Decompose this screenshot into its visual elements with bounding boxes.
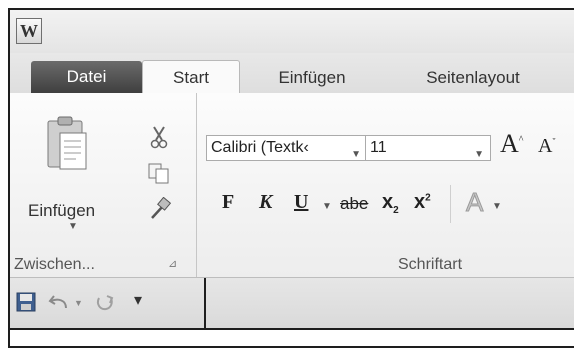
grow-font-label: A — [500, 129, 519, 158]
word-window: W Datei Start Einfügen Seitenlayout Einf… — [8, 8, 574, 348]
format-painter-icon[interactable] — [146, 197, 172, 221]
paste-icon[interactable] — [46, 115, 88, 171]
redo-icon[interactable] — [94, 292, 116, 312]
tab-seitenlayout[interactable]: Seitenlayout — [393, 63, 553, 93]
text-effects-button[interactable]: A — [465, 187, 483, 218]
subscript-button[interactable]: x2 — [382, 191, 399, 216]
subscript-label: x — [382, 191, 394, 213]
italic-button[interactable]: K — [259, 191, 272, 214]
title-bar: W — [10, 10, 574, 53]
word-app-icon[interactable]: W — [16, 18, 42, 44]
superscript-label: x — [414, 191, 426, 213]
bold-button[interactable]: F — [222, 191, 234, 214]
text-effects-dropdown-icon[interactable]: ▼ — [492, 201, 502, 212]
undo-dropdown-icon[interactable]: ▼ — [74, 298, 83, 308]
save-icon[interactable] — [16, 292, 36, 312]
shrink-font-label: A — [538, 135, 553, 157]
font-name-combobox[interactable]: Calibri (Textk‹ ▼ — [206, 135, 366, 161]
font-size-combobox[interactable]: 11 ▼ — [366, 135, 491, 161]
subscript-index: 2 — [393, 205, 399, 216]
font-group-label: Schriftart — [398, 256, 463, 273]
chevron-down-icon[interactable]: ▼ — [474, 143, 484, 160]
copy-icon[interactable] — [146, 161, 172, 185]
font-name-value: Calibri (Textk‹ — [211, 139, 309, 156]
superscript-button[interactable]: x2 — [414, 191, 431, 214]
ribbon: Einfügen ▼ Zwischen... ⊿ Calibri (Textk‹… — [10, 93, 574, 278]
shrink-font-button[interactable]: Aˇ — [538, 135, 555, 158]
quick-access-toolbar: ▼ ▾ — [10, 278, 206, 328]
underline-dropdown-icon[interactable]: ▼ — [322, 201, 332, 212]
cut-icon[interactable] — [146, 125, 172, 149]
clipboard-group: Einfügen ▼ Zwischen... ⊿ — [10, 93, 197, 277]
tab-datei[interactable]: Datei — [31, 61, 142, 93]
paste-button-label[interactable]: Einfügen — [28, 201, 95, 221]
superscript-index: 2 — [425, 192, 431, 204]
chevron-down-icon[interactable]: ▼ — [351, 143, 361, 160]
grow-font-button[interactable]: A^ — [500, 129, 523, 159]
undo-icon[interactable] — [48, 292, 70, 312]
paste-dropdown-arrow[interactable]: ▼ — [68, 221, 78, 232]
clipboard-group-label: Zwischen... — [14, 256, 95, 273]
separator — [450, 185, 451, 223]
tab-einfuegen[interactable]: Einfügen — [252, 63, 372, 93]
font-size-value: 11 — [370, 139, 387, 156]
strikethrough-button[interactable]: abe — [340, 194, 368, 214]
clipboard-launcher-icon[interactable]: ⊿ — [168, 257, 177, 270]
tab-start[interactable]: Start — [142, 60, 240, 95]
ribbon-tabs: Datei Start Einfügen Seitenlayout — [10, 53, 574, 95]
customize-quick-access-icon[interactable]: ▾ — [134, 292, 142, 310]
quick-access-bar: ▼ ▾ — [10, 278, 574, 330]
underline-button[interactable]: U — [294, 191, 308, 214]
